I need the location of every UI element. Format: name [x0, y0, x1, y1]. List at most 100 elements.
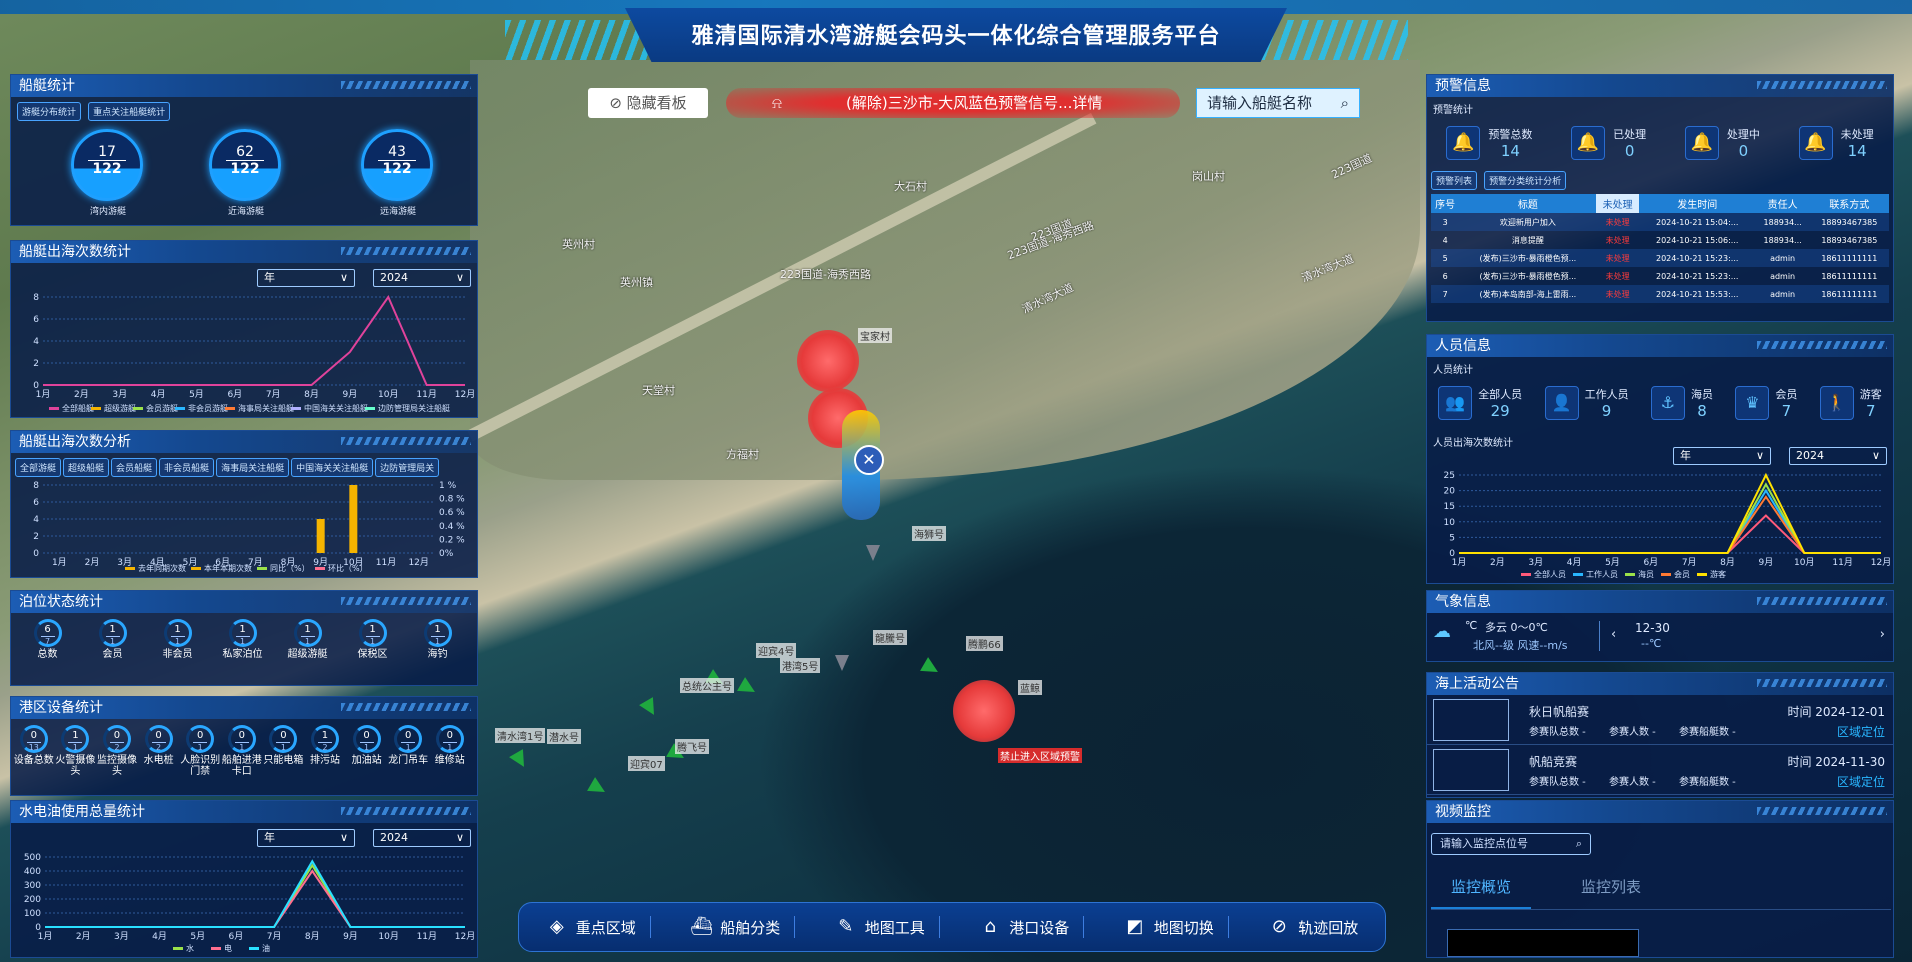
- tab-warning-list[interactable]: 预警列表: [1431, 171, 1478, 190]
- vessel-marker[interactable]: [639, 697, 661, 719]
- search-icon[interactable]: ⌕: [1576, 834, 1582, 854]
- notice-item[interactable]: 帆船竞赛 时间 2024-11-30 参赛队总数 - 参赛人数 - 参赛船艇数 - 区域定…: [1427, 745, 1893, 795]
- period-select[interactable]: 年: [1673, 447, 1771, 465]
- vessel-marker[interactable]: [737, 677, 759, 699]
- stat-ring[interactable]: 1 1 超级游艇: [275, 619, 340, 660]
- stat-ring[interactable]: 0 13 设备总数: [13, 725, 55, 766]
- status-filter-select[interactable]: 未处理: [1596, 194, 1639, 213]
- stat-ring[interactable]: 0 1 只能电箱: [263, 725, 305, 766]
- year-select[interactable]: 2024: [1789, 447, 1887, 465]
- notice-item[interactable]: 秋日帆船赛 时间 2024-12-01 参赛队总数 - 参赛人数 - 参赛船艇数 - 区域…: [1427, 695, 1893, 745]
- x-tick-label: 7月: [1682, 557, 1697, 568]
- toolbar-button-1[interactable]: ⛴ 船舶分类: [676, 916, 796, 938]
- ring-value: 1: [174, 624, 181, 635]
- legend-label: 油: [262, 943, 270, 953]
- stat-ring[interactable]: 1 1 保税区: [340, 619, 405, 660]
- prev-arrow-icon[interactable]: ‹: [1611, 627, 1616, 642]
- tab-analysis-5[interactable]: 中国海关关注船艇: [291, 458, 374, 477]
- tab-warning-analysis[interactable]: 预警分类统计分析: [1484, 171, 1567, 190]
- stat-ring[interactable]: 1 1 火警摄像头: [55, 725, 97, 777]
- boat-stat-gauge: 43 122 远海游艇: [361, 129, 435, 217]
- tab-analysis-3[interactable]: 非会员船艇: [159, 458, 215, 477]
- personnel-stat: 🚶 游客 7: [1819, 380, 1882, 426]
- x-tick-label: 4月: [152, 931, 167, 942]
- stat-ring[interactable]: 1 1 非会员: [145, 619, 210, 660]
- y-tick-label: 100: [24, 909, 41, 919]
- tab-monitor-list[interactable]: 监控列表: [1561, 871, 1661, 909]
- header: 雅清国际清水湾游艇会码头一体化综合管理服务平台: [0, 0, 1912, 62]
- stat-ring[interactable]: 1 2 排污站: [304, 725, 346, 766]
- toolbar-button-5[interactable]: ⊘ 轨迹回放: [1254, 916, 1372, 938]
- hide-panel-button[interactable]: ⊘ 隐藏看板: [588, 88, 708, 118]
- year-select[interactable]: 2024: [373, 269, 471, 287]
- period-select[interactable]: 年: [257, 829, 355, 847]
- stat-ring[interactable]: 0 1 龙门吊车: [387, 725, 429, 766]
- legend-label: 会员: [1674, 569, 1690, 579]
- stat-ring[interactable]: 0 2 水电桩: [138, 725, 180, 766]
- tab-key-boats[interactable]: 重点关注船艇统计: [88, 102, 171, 121]
- vessel-search-input[interactable]: 请输入船艇名称 ⌕: [1196, 88, 1360, 118]
- alert-zone-marker[interactable]: [797, 330, 859, 392]
- warning-stat[interactable]: 🔔 已处理 0: [1571, 120, 1646, 166]
- utility-stats-panel: 水电油使用总量统计 年 2024 01002003004005001月2月3月4…: [10, 800, 478, 958]
- stat-ring[interactable]: 1 1 私家泊位: [210, 619, 275, 660]
- warning-stat[interactable]: 🔔 预警总数 14: [1446, 120, 1532, 166]
- warning-stat[interactable]: 🔔 未处理 14: [1798, 120, 1874, 166]
- tab-boat-distribution[interactable]: 游艇分布统计: [17, 102, 82, 121]
- toolbar-button-2[interactable]: ✎ 地图工具: [821, 916, 940, 938]
- stat-ring[interactable]: 0 1 人脸识别门禁: [179, 725, 221, 777]
- vessel-marker[interactable]: [587, 777, 609, 799]
- tab-analysis-6[interactable]: 边防管理局关: [375, 458, 440, 477]
- stat-ring[interactable]: 1 1 海钓: [405, 619, 470, 660]
- stat-ring[interactable]: 0 2 监控摄像头: [96, 725, 138, 777]
- stat-ring[interactable]: 1 1 会员: [80, 619, 145, 660]
- alert-zone-marker[interactable]: [953, 680, 1015, 742]
- legend-swatch: [257, 567, 267, 570]
- panel-title: 人员信息: [1427, 335, 1893, 357]
- period-select[interactable]: 年: [257, 269, 355, 287]
- vessel-marker[interactable]: [920, 657, 942, 679]
- search-icon[interactable]: ⌕: [1341, 89, 1349, 117]
- tab-analysis-2[interactable]: 会员船艇: [111, 458, 158, 477]
- x-tick-label: 1月: [1452, 557, 1467, 568]
- stat-ring[interactable]: 0 1 维修站: [429, 725, 471, 766]
- repair-station-icon[interactable]: ✕: [854, 445, 884, 475]
- monitor-search-input[interactable]: 请输入监控点位号 ⌕: [1431, 833, 1591, 855]
- vessel-marker[interactable]: [835, 655, 849, 671]
- x-tick-label: 11月: [1832, 557, 1852, 568]
- next-arrow-icon[interactable]: ›: [1880, 627, 1885, 642]
- series-line: [1459, 488, 1881, 554]
- ring-value: 0: [155, 730, 162, 741]
- tab-analysis-4[interactable]: 海事局关注船艇: [216, 458, 290, 477]
- table-row[interactable]: 6 (发布)三沙市-暴雨橙色预... 未处理 2024-10-21 15:23:...…: [1431, 267, 1889, 285]
- table-row[interactable]: 5 (发布)三沙市-暴雨橙色预... 未处理 2024-10-21 15:23:...…: [1431, 249, 1889, 267]
- vessel-marker[interactable]: [509, 749, 531, 771]
- ring-label: 监控摄像头: [96, 755, 137, 777]
- toolbar-button-0[interactable]: ◈ 重点区域: [532, 916, 651, 938]
- alert-banner[interactable]: ⍾ (解除)三沙市-大风蓝色预警信号...详情: [726, 88, 1180, 118]
- y2-tick-label: 0.6 %: [439, 508, 465, 518]
- warning-bell-icon: 🔔: [1571, 126, 1606, 160]
- x-tick-label: 12月: [1871, 557, 1891, 568]
- table-row[interactable]: 4 消息提醒 未处理 2024-10-21 15:06:... 188934... 188…: [1431, 231, 1889, 249]
- locate-link[interactable]: 区域定位: [1837, 723, 1885, 740]
- tab-monitor-overview[interactable]: 监控概览: [1431, 871, 1531, 909]
- stat-ring[interactable]: 6 7 总数: [15, 619, 80, 660]
- water-gauge: 62 122: [209, 129, 281, 201]
- toolbar-button-4[interactable]: ◩ 地图切换: [1110, 916, 1229, 938]
- tab-analysis-1[interactable]: 超级船艇: [63, 458, 110, 477]
- locate-link[interactable]: 区域定位: [1837, 773, 1885, 790]
- warning-stat[interactable]: 🔔 处理中 0: [1684, 120, 1760, 166]
- legend-label: 去年同期次数: [138, 563, 186, 573]
- vessel-marker[interactable]: [866, 545, 880, 561]
- tab-analysis-0[interactable]: 全部游艇: [15, 458, 62, 477]
- toolbar-button-3[interactable]: ⌂ 港口设备: [965, 916, 1085, 938]
- warning-stat-text: 已处理 0: [1613, 126, 1646, 160]
- stat-ring[interactable]: 0 1 加油站: [346, 725, 388, 766]
- table-row[interactable]: 7 (发布)本岛南部-海上雷雨... 未处理 2024-10-21 15:53:...…: [1431, 285, 1889, 303]
- stat-ring[interactable]: 0 1 船舶进港卡口: [221, 725, 263, 777]
- video-player[interactable]: [1447, 929, 1639, 957]
- year-select[interactable]: 2024: [373, 829, 471, 847]
- table-row[interactable]: 3 欢迎新用户加入 未处理 2024-10-21 15:04:... 188934...…: [1431, 213, 1889, 231]
- legend-label: 水: [186, 943, 194, 953]
